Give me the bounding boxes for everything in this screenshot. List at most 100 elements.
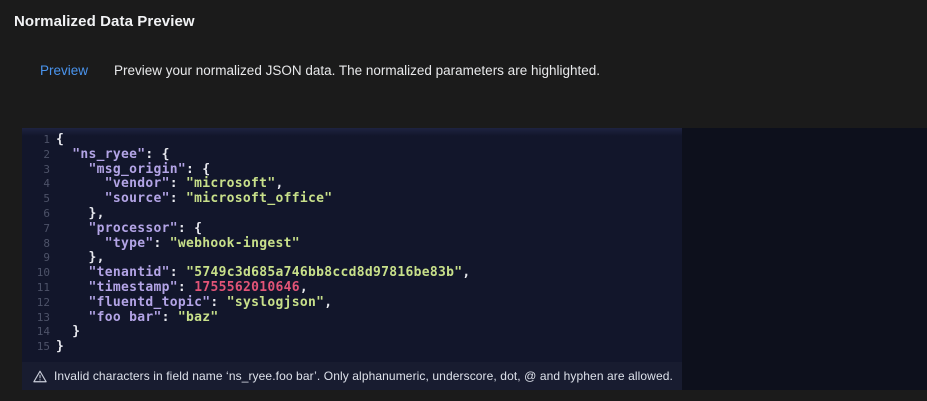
code-token-key: "timestamp": [89, 280, 178, 295]
line-number: 9: [22, 251, 50, 266]
code-token-key: "processor": [89, 221, 178, 236]
code-line: 8 "type": "webhook-ingest": [22, 237, 682, 252]
code-line: 11 "timestamp": 1755562010646,: [22, 281, 682, 296]
code-lines: 1{2 "ns_ryee": {3 "msg_origin": {4 "vend…: [22, 133, 682, 355]
code-token-str: "5749c3d685a746bb8ccd8d97816be83b": [186, 265, 462, 280]
code-line: 14 }: [22, 325, 682, 340]
code-token-punct: :: [170, 176, 186, 191]
line-number: 15: [22, 340, 50, 355]
line-number: 12: [22, 296, 50, 311]
code-token-punct: [56, 236, 105, 251]
page: { "page": { "title": "Normalized Data Pr…: [0, 0, 927, 401]
line-number: 4: [22, 177, 50, 192]
code-token-punct: : {: [186, 162, 210, 177]
code-line-content: "tenantid": "5749c3d685a746bb8ccd8d97816…: [56, 266, 471, 281]
code-token-punct: }: [56, 324, 80, 339]
code-line-content: },: [56, 251, 105, 266]
line-number: 14: [22, 325, 50, 340]
code-token-punct: ,: [300, 280, 308, 295]
code-line: 9 },: [22, 251, 682, 266]
warning-triangle-icon: [33, 370, 47, 383]
line-number: 11: [22, 281, 50, 296]
code-line-content: "timestamp": 1755562010646,: [56, 281, 308, 296]
code-token-punct: [56, 176, 105, 191]
code-token-punct: },: [56, 250, 105, 265]
code-line-content: "vendor": "microsoft",: [56, 177, 284, 192]
code-token-key: "vendor": [105, 176, 170, 191]
code-token-punct: :: [170, 265, 186, 280]
code-line: 10 "tenantid": "5749c3d685a746bb8ccd8d97…: [22, 266, 682, 281]
code-line-content: "source": "microsoft_office": [56, 192, 332, 207]
normalized-data-preview-section: 1{2 "ns_ryee": {3 "msg_origin": {4 "vend…: [22, 128, 927, 390]
code-token-num: 1755562010646: [194, 280, 300, 295]
line-number: 2: [22, 148, 50, 163]
code-token-punct: [56, 162, 89, 177]
code-line-content: "fluentd_topic": "syslogjson",: [56, 296, 332, 311]
tab-description: Preview your normalized JSON data. The n…: [114, 63, 600, 78]
code-token-punct: ,: [324, 295, 332, 310]
code-token-punct: [56, 310, 89, 325]
code-token-punct: :: [210, 295, 226, 310]
tab-row: Preview Preview your normalized JSON dat…: [40, 63, 600, 78]
code-token-punct: [56, 295, 89, 310]
json-code-editor: 1{2 "ns_ryee": {3 "msg_origin": {4 "vend…: [22, 128, 682, 390]
code-line: 5 "source": "microsoft_office": [22, 192, 682, 207]
code-line-content: "msg_origin": {: [56, 163, 210, 178]
code-line: 6 },: [22, 207, 682, 222]
code-token-punct: :: [178, 280, 194, 295]
code-token-str: "baz": [178, 310, 219, 325]
code-token-punct: [56, 221, 89, 236]
code-token-key: "source": [105, 191, 170, 206]
page-title: Normalized Data Preview: [14, 13, 195, 30]
code-line-content: "foo bar": "baz": [56, 311, 219, 326]
code-token-punct: ,: [275, 176, 283, 191]
code-line-content: },: [56, 207, 105, 222]
code-token-punct: :: [170, 191, 186, 206]
code-token-key: "tenantid": [89, 265, 170, 280]
code-token-punct: }: [56, 339, 64, 354]
code-line: 7 "processor": {: [22, 222, 682, 237]
line-number: 3: [22, 163, 50, 178]
code-token-key: "foo bar": [89, 310, 162, 325]
line-number: 7: [22, 222, 50, 237]
code-token-punct: :: [162, 310, 178, 325]
line-number: 5: [22, 192, 50, 207]
code-line: 12 "fluentd_topic": "syslogjson",: [22, 296, 682, 311]
code-line-content: }: [56, 340, 64, 355]
tab-preview[interactable]: Preview: [40, 63, 88, 78]
validation-error-message: Invalid characters in field name ‘ns_rye…: [54, 369, 673, 383]
line-number: 6: [22, 207, 50, 222]
code-token-key: "fluentd_topic": [89, 295, 211, 310]
code-token-key: "ns_ryee": [72, 147, 145, 162]
code-token-punct: :: [154, 236, 170, 251]
code-line-content: "ns_ryee": {: [56, 148, 170, 163]
code-token-key: "msg_origin": [89, 162, 187, 177]
code-token-punct: : {: [178, 221, 202, 236]
code-token-punct: [56, 147, 72, 162]
code-line-content: "type": "webhook-ingest": [56, 237, 300, 252]
validation-error-bar: Invalid characters in field name ‘ns_rye…: [22, 362, 682, 390]
line-number: 10: [22, 266, 50, 281]
line-number: 1: [22, 133, 50, 148]
code-line-content: "processor": {: [56, 222, 202, 237]
line-number: 8: [22, 237, 50, 252]
code-line: 1{: [22, 133, 682, 148]
code-token-str: "microsoft": [186, 176, 275, 191]
code-line: 2 "ns_ryee": {: [22, 148, 682, 163]
code-token-punct: : {: [145, 147, 169, 162]
code-token-punct: [56, 191, 105, 206]
code-token-punct: },: [56, 206, 105, 221]
code-token-key: "type": [105, 236, 154, 251]
code-token-punct: [56, 265, 89, 280]
code-token-punct: {: [56, 132, 64, 147]
code-line: 4 "vendor": "microsoft",: [22, 177, 682, 192]
code-token-punct: ,: [462, 265, 470, 280]
line-number: 13: [22, 311, 50, 326]
code-token-punct: [56, 280, 89, 295]
code-token-str: "webhook-ingest": [170, 236, 300, 251]
code-line-content: }: [56, 325, 80, 340]
code-line: 13 "foo bar": "baz": [22, 311, 682, 326]
code-line: 15}: [22, 340, 682, 355]
code-line-content: {: [56, 133, 64, 148]
code-token-str: "syslogjson": [227, 295, 325, 310]
